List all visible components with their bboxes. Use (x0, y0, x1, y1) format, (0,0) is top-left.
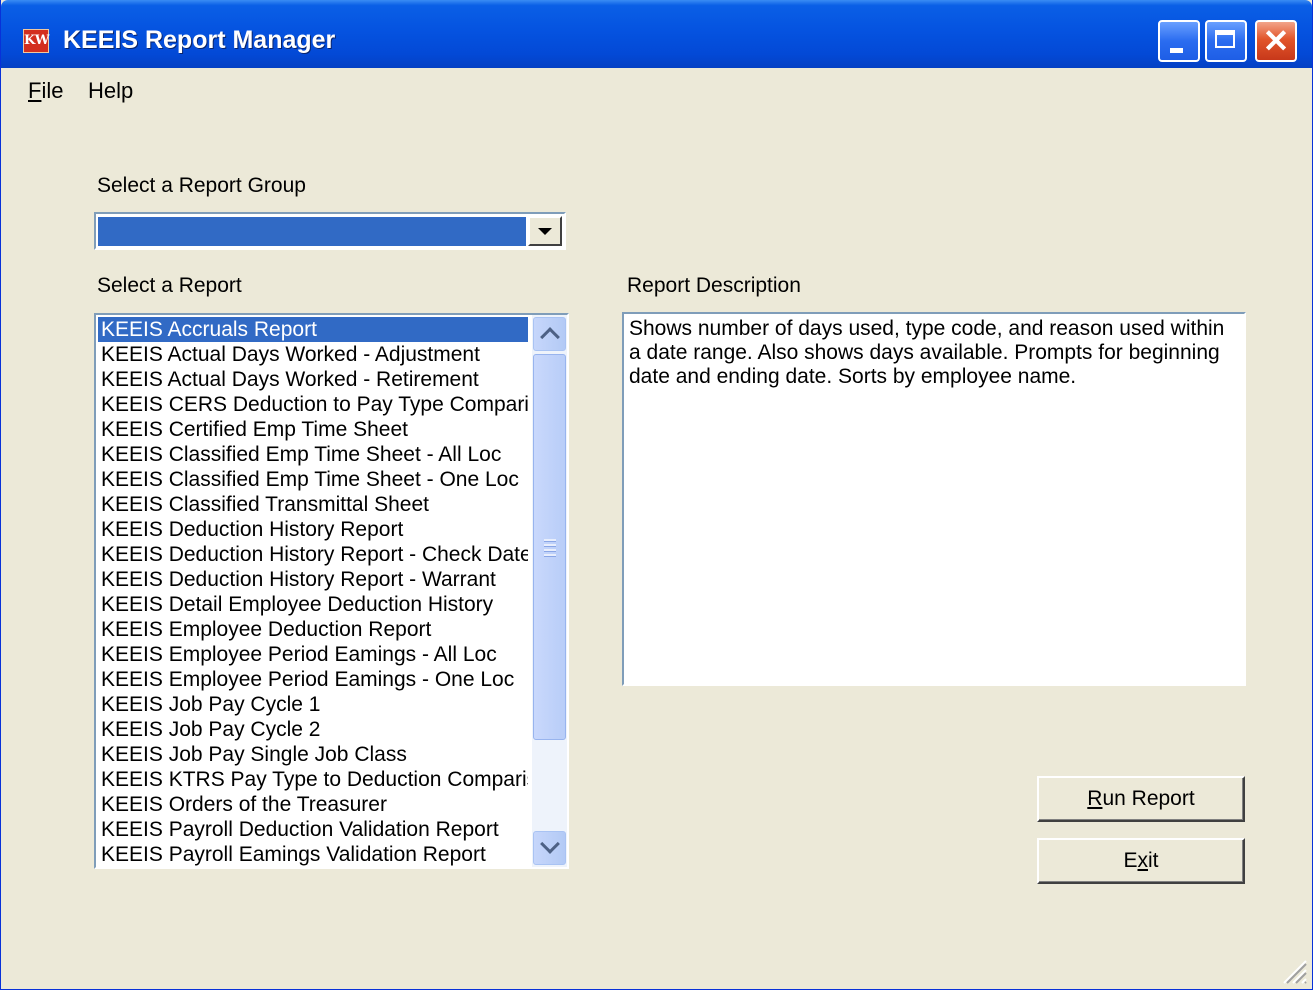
list-item[interactable]: KEEIS Classified Transmittal Sheet (98, 492, 528, 517)
list-item[interactable]: KEEIS Employee Deduction Report (98, 617, 528, 642)
minimize-button[interactable] (1158, 20, 1200, 62)
menu-file[interactable]: File (28, 78, 63, 104)
list-item[interactable]: KEEIS Employee Period Eamings - One Loc (98, 667, 528, 692)
app-icon[interactable]: KW (23, 29, 49, 53)
resize-grip-icon[interactable] (1278, 955, 1308, 985)
list-item[interactable]: KEEIS Deduction History Report (98, 517, 528, 542)
list-item[interactable]: KEEIS Classified Emp Time Sheet - One Lo… (98, 467, 528, 492)
report-description-box[interactable]: Shows number of days used, type code, an… (622, 312, 1246, 686)
scroll-down-button[interactable] (533, 831, 566, 865)
chevron-down-icon (540, 834, 560, 854)
list-item[interactable]: KEEIS Job Pay Single Job Class (98, 742, 528, 767)
report-group-label: Select a Report Group (97, 174, 306, 197)
grip-line (544, 539, 556, 542)
vertical-scrollbar[interactable] (532, 315, 567, 867)
dropdown-button[interactable] (528, 216, 562, 246)
list-item[interactable]: KEEIS Employee Period Eamings - All Loc (98, 642, 528, 667)
scroll-up-button[interactable] (533, 317, 566, 351)
report-list-label: Select a Report (97, 274, 242, 297)
list-item[interactable]: KEEIS Actual Days Worked - Retirement (98, 367, 528, 392)
list-item[interactable]: KEEIS CERS Deduction to Pay Type Compari… (98, 392, 528, 417)
app-window: KW KEEIS Report Manager ✕ File Help Sele… (0, 0, 1313, 990)
list-item[interactable]: KEEIS Job Pay Cycle 1 (98, 692, 528, 717)
title-bar[interactable]: KW KEEIS Report Manager ✕ (1, 0, 1312, 68)
window-title: KEEIS Report Manager (63, 26, 336, 54)
menu-bar: File Help (1, 68, 1312, 112)
close-button[interactable]: ✕ (1255, 20, 1297, 62)
list-item[interactable]: KEEIS Payroll Eamings Validation Report (98, 842, 528, 867)
menu-help[interactable]: Help (88, 78, 133, 104)
list-item[interactable]: KEEIS Deduction History Report - Check D… (98, 542, 528, 567)
list-item[interactable]: KEEIS Detail Employee Deduction History (98, 592, 528, 617)
report-group-value[interactable] (98, 217, 526, 246)
exit-button[interactable]: Exit (1037, 838, 1245, 884)
grip-line (544, 549, 556, 552)
run-report-button[interactable]: Run Report (1037, 776, 1245, 822)
report-group-dropdown[interactable] (94, 212, 566, 250)
grip-line (544, 544, 556, 547)
maximize-button[interactable] (1205, 20, 1247, 62)
list-item[interactable]: KEEIS Orders of the Treasurer (98, 792, 528, 817)
minimize-icon (1170, 48, 1183, 53)
chevron-down-icon (538, 228, 552, 235)
list-item[interactable]: KEEIS Payroll Deduction Validation Repor… (98, 817, 528, 842)
list-item[interactable]: KEEIS Actual Days Worked - Adjustment (98, 342, 528, 367)
scroll-thumb[interactable] (533, 354, 566, 740)
chevron-up-icon (540, 327, 560, 347)
list-item[interactable]: KEEIS Accruals Report (98, 317, 528, 342)
list-item[interactable]: KEEIS Job Pay Cycle 2 (98, 717, 528, 742)
list-item[interactable]: KEEIS Classified Emp Time Sheet - All Lo… (98, 442, 528, 467)
list-item[interactable]: KEEIS Deduction History Report - Warrant (98, 567, 528, 592)
grip-line (544, 554, 556, 557)
maximize-icon (1215, 30, 1235, 48)
list-item[interactable]: KEEIS Certified Emp Time Sheet (98, 417, 528, 442)
description-label: Report Description (627, 274, 801, 297)
close-icon: ✕ (1262, 23, 1290, 59)
list-item[interactable]: KEEIS KTRS Pay Type to Deduction Compari… (98, 767, 528, 792)
report-listbox[interactable]: KEEIS Accruals Report KEEIS Actual Days W… (94, 313, 569, 869)
